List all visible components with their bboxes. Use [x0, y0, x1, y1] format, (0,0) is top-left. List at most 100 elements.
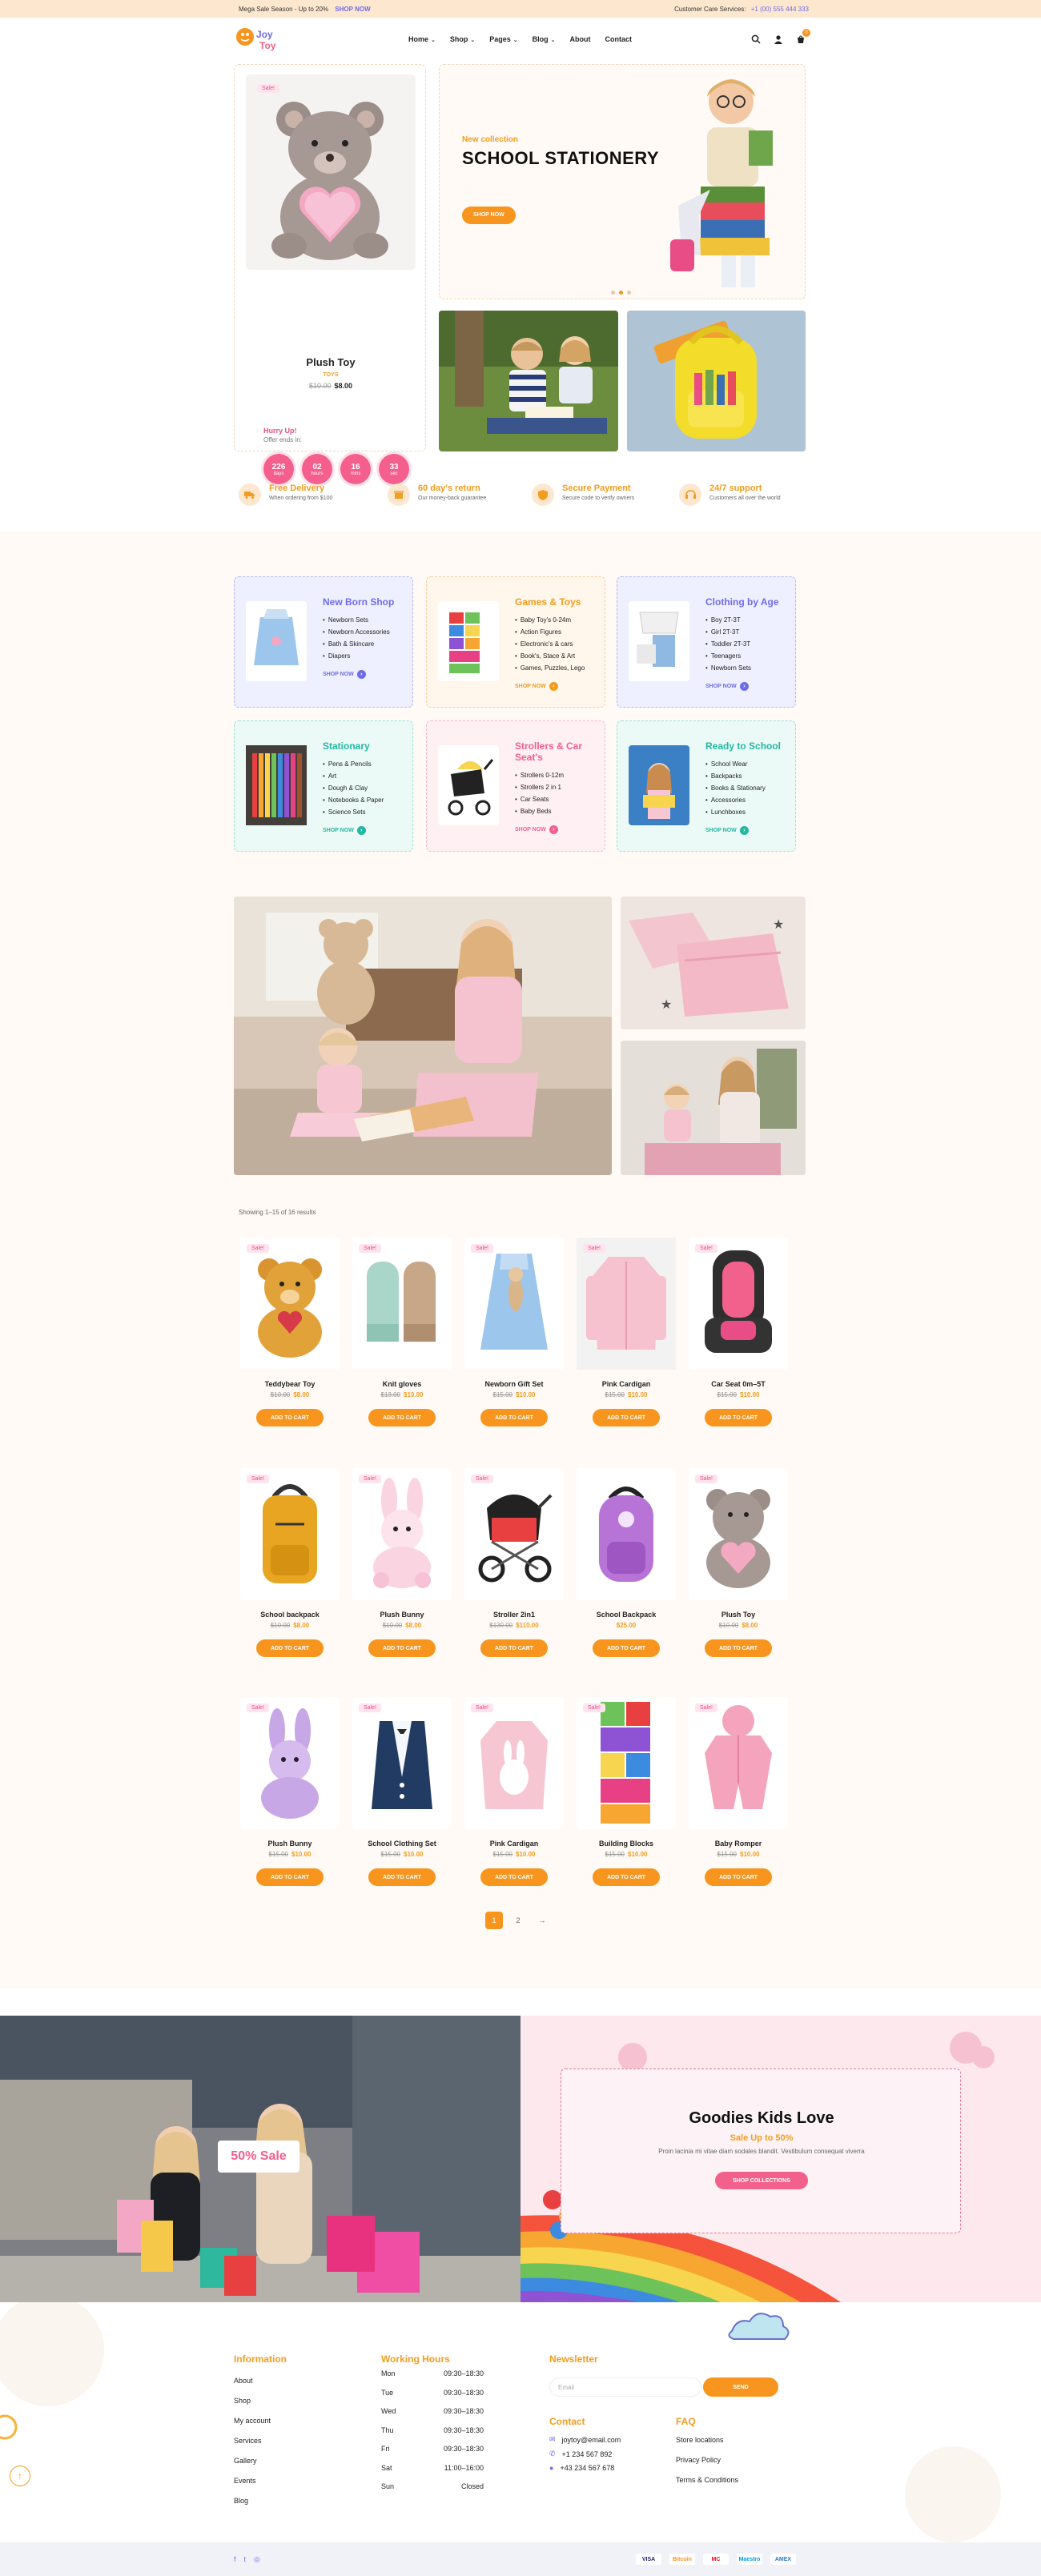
category-item[interactable]: Boy 2T-3T [705, 614, 751, 626]
category-item[interactable]: Bath & Skincare [323, 638, 390, 650]
carousel-dot[interactable] [627, 291, 631, 295]
add-to-cart-button[interactable]: ADD TO CART [256, 1639, 324, 1657]
product-image[interactable] [689, 1697, 788, 1829]
footer-link-events[interactable]: Events [234, 2471, 271, 2491]
product-card[interactable]: Sale! School Clothing Set $15.00 $10.00 ADD … [352, 1697, 452, 1913]
product-card[interactable]: Sale! Stroller 2in1 $130.00 $110.00 ADD TO C… [464, 1468, 564, 1684]
product-name[interactable]: Baby Romper [689, 1840, 788, 1848]
product-card[interactable]: Sale! School backpack $10.00 $8.00 ADD TO CA… [240, 1468, 340, 1684]
category-shop-now-link[interactable]: SHOP NOW › [705, 682, 749, 691]
product-image[interactable] [689, 1238, 788, 1370]
category-item[interactable]: Strollers 0-12m [515, 769, 564, 781]
add-to-cart-button[interactable]: ADD TO CART [705, 1868, 772, 1886]
category-card-2[interactable]: Clothing by Age Boy 2T-3TGirl 2T-3TToddle… [617, 576, 796, 708]
category-shop-now-link[interactable]: SHOP NOW › [515, 682, 558, 691]
product-card[interactable]: Sale! Baby Romper $15.00 $10.00 ADD TO CART [689, 1697, 788, 1913]
category-title[interactable]: Games & Toys [515, 596, 598, 608]
page-button-2[interactable]: 2 [509, 1912, 527, 1929]
newsletter-send-button[interactable]: SEND [703, 2377, 778, 2397]
nav-item-pages[interactable]: Pages ⌄ [489, 35, 517, 43]
footer-link-blog[interactable]: Blog [234, 2491, 271, 2511]
product-name[interactable]: Knit gloves [352, 1380, 452, 1388]
nav-item-about[interactable]: About [570, 35, 591, 43]
product-card[interactable]: Sale! Plush Toy $10.00 $8.00 ADD TO CART [689, 1468, 788, 1684]
category-card-5[interactable]: Ready to School School WearBackpacksBooks… [617, 720, 796, 852]
product-name[interactable]: Plush Bunny [240, 1840, 340, 1848]
category-title[interactable]: Strollers & Car Seat's [515, 740, 598, 763]
category-shop-now-link[interactable]: SHOP NOW › [323, 670, 366, 679]
category-shop-now-link[interactable]: SHOP NOW › [705, 826, 749, 835]
product-image[interactable] [577, 1468, 676, 1600]
product-image[interactable] [352, 1468, 452, 1600]
product-image[interactable] [240, 1697, 340, 1829]
faq-link[interactable]: Terms & Conditions [676, 2470, 738, 2490]
nav-item-blog[interactable]: Blog ⌄ [533, 35, 556, 43]
product-image[interactable] [689, 1468, 788, 1600]
twitter-icon[interactable]: t [244, 2555, 247, 2564]
search-icon[interactable] [751, 34, 761, 48]
product-image[interactable] [577, 1697, 676, 1829]
add-to-cart-button[interactable]: ADD TO CART [256, 1409, 324, 1426]
carousel-dot-active[interactable] [619, 291, 623, 295]
product-name[interactable]: School Clothing Set [352, 1840, 452, 1848]
featured-product-name[interactable]: Plush Toy [235, 356, 427, 368]
product-name[interactable]: Pink Cardigan [577, 1380, 676, 1388]
product-image[interactable] [464, 1238, 564, 1370]
category-card-0[interactable]: New Born Shop Newborn SetsNewborn Accesso… [234, 576, 413, 708]
category-item[interactable]: Books & Stationary [705, 782, 766, 794]
facebook-icon[interactable]: f [234, 2555, 236, 2564]
faq-link[interactable]: Privacy Policy [676, 2450, 738, 2470]
add-to-cart-button[interactable]: ADD TO CART [593, 1409, 660, 1426]
footer-link-about[interactable]: About [234, 2371, 271, 2391]
category-item[interactable]: Science Sets [323, 806, 384, 818]
category-item[interactable]: Backpacks [705, 770, 766, 782]
category-card-4[interactable]: Strollers & Car Seat's Strollers 0-12mStr… [426, 720, 605, 852]
category-item[interactable]: Newborn Accessories [323, 626, 390, 638]
product-name[interactable]: Pink Cardigan [464, 1840, 564, 1848]
nav-item-home[interactable]: Home ⌄ [408, 35, 436, 43]
shop-collections-button[interactable]: SHOP COLLECTIONS [715, 2172, 808, 2189]
add-to-cart-button[interactable]: ADD TO CART [705, 1639, 772, 1657]
category-item[interactable]: Art [323, 770, 384, 782]
site-logo[interactable]: Joy Toy [235, 25, 285, 55]
product-image[interactable] [240, 1238, 340, 1370]
category-item[interactable]: Lunchboxes [705, 806, 766, 818]
add-to-cart-button[interactable]: ADD TO CART [368, 1868, 436, 1886]
category-shop-now-link[interactable]: SHOP NOW › [515, 825, 558, 834]
service-phone[interactable]: +1 (00) 555 444 333 [751, 6, 809, 13]
product-name[interactable]: Newborn Gift Set [464, 1380, 564, 1388]
category-item[interactable]: Baby Beds [515, 805, 564, 817]
next-page-button[interactable]: → [533, 1912, 551, 1929]
category-item[interactable]: Accessories [705, 794, 766, 806]
product-card[interactable]: School Backpack $25.00 ADD TO CART [577, 1468, 676, 1684]
category-item[interactable]: Electronic's & cars [515, 638, 585, 650]
product-image[interactable] [352, 1238, 452, 1370]
banner-shop-button[interactable]: SHOP NOW [462, 206, 516, 224]
product-card[interactable]: Sale! Knit gloves $13.00 $10.00 ADD TO CART [352, 1238, 452, 1454]
contact-chat[interactable]: ● +43 234 567 678 [549, 2464, 614, 2472]
faq-link[interactable]: Store locations [676, 2430, 738, 2450]
add-to-cart-button[interactable]: ADD TO CART [368, 1639, 436, 1657]
product-name[interactable]: Teddybear Toy [240, 1380, 340, 1388]
product-card[interactable]: Sale! Plush Bunny $15.00 $10.00 ADD TO CART [240, 1697, 340, 1913]
account-icon[interactable] [774, 34, 783, 48]
add-to-cart-button[interactable]: ADD TO CART [480, 1639, 548, 1657]
product-name[interactable]: Plush Bunny [352, 1611, 452, 1619]
product-name[interactable]: Stroller 2in1 [464, 1611, 564, 1619]
category-item[interactable]: Diapers [323, 650, 390, 662]
newsletter-email-input[interactable]: Email [549, 2377, 701, 2397]
category-card-3[interactable]: Stationary Pens & PencilsArtDough & ClayN… [234, 720, 413, 852]
featured-product-card[interactable]: Sale! Plush Toy TOYS $10.00 $8.00 Hurry U… [234, 64, 427, 484]
product-card[interactable]: Sale! Newborn Gift Set $15.00 $10.00 ADD TO … [464, 1238, 564, 1454]
instagram-icon[interactable]: ◎ [254, 2555, 260, 2564]
category-item[interactable]: Strollers 2 in 1 [515, 781, 564, 793]
product-image[interactable] [577, 1238, 676, 1370]
product-card[interactable]: Sale! Car Seat 0m–5T $15.00 $10.00 ADD TO CA… [689, 1238, 788, 1454]
footer-link-my-account[interactable]: My account [234, 2411, 271, 2431]
category-item[interactable]: Teenagers [705, 650, 751, 662]
category-item[interactable]: Newborn Sets [705, 662, 751, 674]
footer-link-gallery[interactable]: Gallery [234, 2451, 271, 2471]
add-to-cart-button[interactable]: ADD TO CART [593, 1868, 660, 1886]
category-title[interactable]: New Born Shop [323, 596, 406, 608]
product-image[interactable] [464, 1468, 564, 1600]
